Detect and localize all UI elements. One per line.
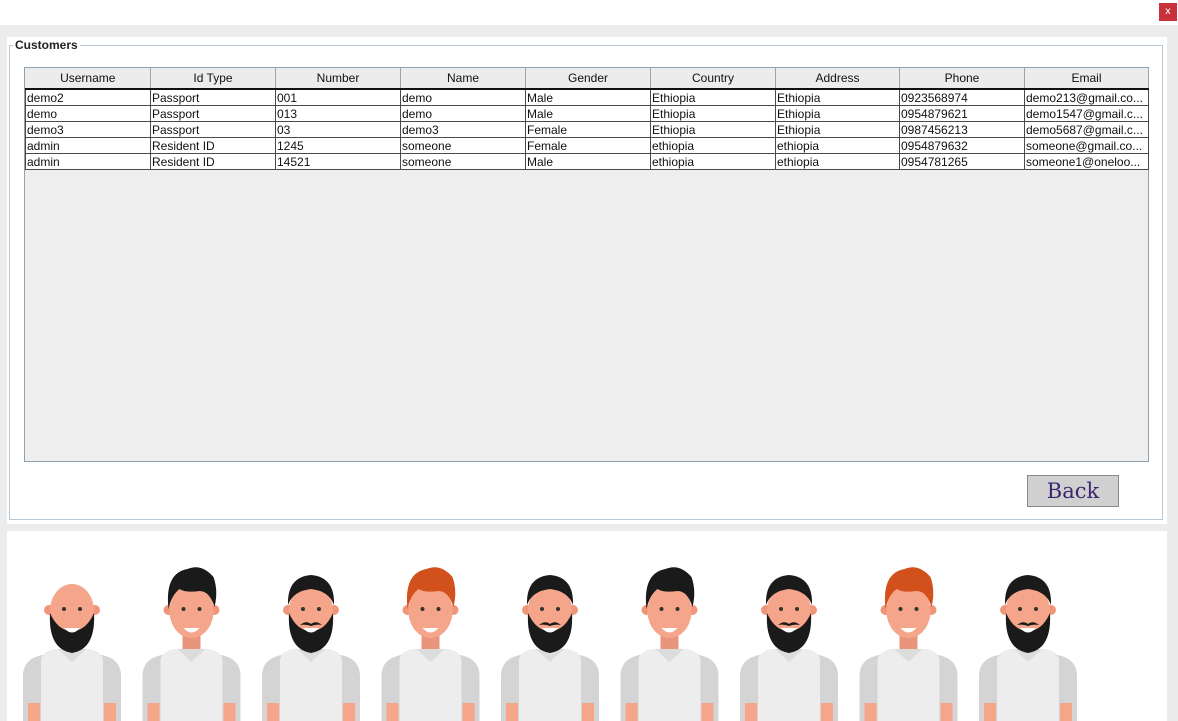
column-header-address[interactable]: Address bbox=[775, 68, 900, 90]
table-row[interactable]: demo3 Passport 03 demo3 Female Ethiopia Ethiop… bbox=[25, 121, 1149, 138]
person-avatar-icon bbox=[262, 575, 360, 721]
table-cell[interactable]: someone@gmail.co... bbox=[1024, 137, 1149, 154]
column-header-country[interactable]: Country bbox=[650, 68, 776, 90]
table-cell[interactable]: ethiopia bbox=[650, 137, 776, 154]
table-cell[interactable]: someone1@oneloo... bbox=[1024, 153, 1149, 170]
group-title: Customers bbox=[13, 38, 80, 52]
table-cell[interactable]: admin bbox=[25, 137, 151, 154]
table-cell[interactable]: 03 bbox=[275, 121, 401, 138]
table-cell[interactable]: 0987456213 bbox=[899, 121, 1025, 138]
table-cell[interactable]: demo5687@gmail.c... bbox=[1024, 121, 1149, 138]
person-avatar-icon bbox=[620, 567, 719, 721]
table-cell[interactable]: 001 bbox=[275, 88, 401, 106]
person-avatar-icon bbox=[979, 575, 1077, 721]
table-cell[interactable]: Resident ID bbox=[150, 137, 276, 154]
table-cell[interactable]: 0954879621 bbox=[899, 105, 1025, 122]
close-button[interactable]: x bbox=[1159, 3, 1177, 21]
table-cell[interactable]: Female bbox=[525, 121, 651, 138]
table-cell[interactable]: demo3 bbox=[400, 121, 526, 138]
column-header-phone[interactable]: Phone bbox=[899, 68, 1025, 90]
table-cell[interactable]: Ethiopia bbox=[650, 88, 776, 106]
table-cell[interactable]: Passport bbox=[150, 121, 276, 138]
table-cell[interactable]: demo bbox=[400, 105, 526, 122]
back-button[interactable]: Back bbox=[1027, 475, 1119, 507]
table-cell[interactable]: someone bbox=[400, 137, 526, 154]
title-bar: x bbox=[0, 0, 1178, 25]
table-cell[interactable]: 0954781265 bbox=[899, 153, 1025, 170]
table-cell[interactable]: demo bbox=[25, 105, 151, 122]
table-cell[interactable]: ethiopia bbox=[775, 153, 900, 170]
table-cell[interactable]: demo1547@gmail.c... bbox=[1024, 105, 1149, 122]
column-header-number[interactable]: Number bbox=[275, 68, 401, 90]
customers-illustration bbox=[7, 531, 1167, 721]
column-header-username[interactable]: Username bbox=[25, 68, 151, 90]
table-cell[interactable]: Ethiopia bbox=[775, 88, 900, 106]
table-cell[interactable]: Passport bbox=[150, 88, 276, 106]
table-cell[interactable]: demo3 bbox=[25, 121, 151, 138]
table-cell[interactable]: 14521 bbox=[275, 153, 401, 170]
table-row[interactable]: admin Resident ID 14521 someone Male ethiopia… bbox=[25, 153, 1149, 170]
table-cell[interactable]: Resident ID bbox=[150, 153, 276, 170]
table-cell[interactable]: 0954879632 bbox=[899, 137, 1025, 154]
table-cell[interactable]: admin bbox=[25, 153, 151, 170]
table-cell[interactable]: Female bbox=[525, 137, 651, 154]
table-cell[interactable]: ethiopia bbox=[775, 137, 900, 154]
table-cell[interactable]: Ethiopia bbox=[775, 121, 900, 138]
person-avatar-icon bbox=[381, 567, 480, 721]
table-cell[interactable]: ethiopia bbox=[650, 153, 776, 170]
table-cell[interactable]: demo bbox=[400, 88, 526, 106]
table-cell[interactable]: Passport bbox=[150, 105, 276, 122]
table-cell[interactable]: Male bbox=[525, 153, 651, 170]
table-row[interactable]: demo2 Passport 001 demo Male Ethiopia Ethiopia… bbox=[25, 88, 1149, 106]
table-header-row: Username Id Type Number Name Gender Country Ad… bbox=[25, 68, 1149, 90]
column-header-gender[interactable]: Gender bbox=[525, 68, 651, 90]
avatars-group bbox=[23, 567, 1077, 721]
table-row[interactable]: admin Resident ID 1245 someone Female ethiopi… bbox=[25, 137, 1149, 154]
table-cell[interactable]: Male bbox=[525, 88, 651, 106]
table-row[interactable]: demo Passport 013 demo Male Ethiopia Ethiopia 0… bbox=[25, 105, 1149, 122]
table-cell[interactable]: Ethiopia bbox=[650, 105, 776, 122]
table-cell[interactable]: Ethiopia bbox=[650, 121, 776, 138]
table-cell[interactable]: someone bbox=[400, 153, 526, 170]
table-cell[interactable]: 1245 bbox=[275, 137, 401, 154]
column-header-id-type[interactable]: Id Type bbox=[150, 68, 276, 90]
table-cell[interactable]: demo2 bbox=[25, 88, 151, 106]
table-cell[interactable]: Ethiopia bbox=[775, 105, 900, 122]
column-header-name[interactable]: Name bbox=[400, 68, 526, 90]
customers-table[interactable]: Username Id Type Number Name Gender Country Ad… bbox=[24, 67, 1149, 462]
person-avatar-icon bbox=[740, 575, 838, 721]
person-avatar-icon bbox=[859, 567, 958, 721]
person-avatar-icon bbox=[501, 575, 599, 721]
table-cell[interactable]: 0923568974 bbox=[899, 88, 1025, 106]
column-header-email[interactable]: Email bbox=[1024, 68, 1149, 90]
table-cell[interactable]: Male bbox=[525, 105, 651, 122]
person-avatar-icon bbox=[23, 584, 121, 721]
table-cell[interactable]: demo213@gmail.co... bbox=[1024, 88, 1149, 106]
table-cell[interactable]: 013 bbox=[275, 105, 401, 122]
person-avatar-icon bbox=[142, 567, 241, 721]
